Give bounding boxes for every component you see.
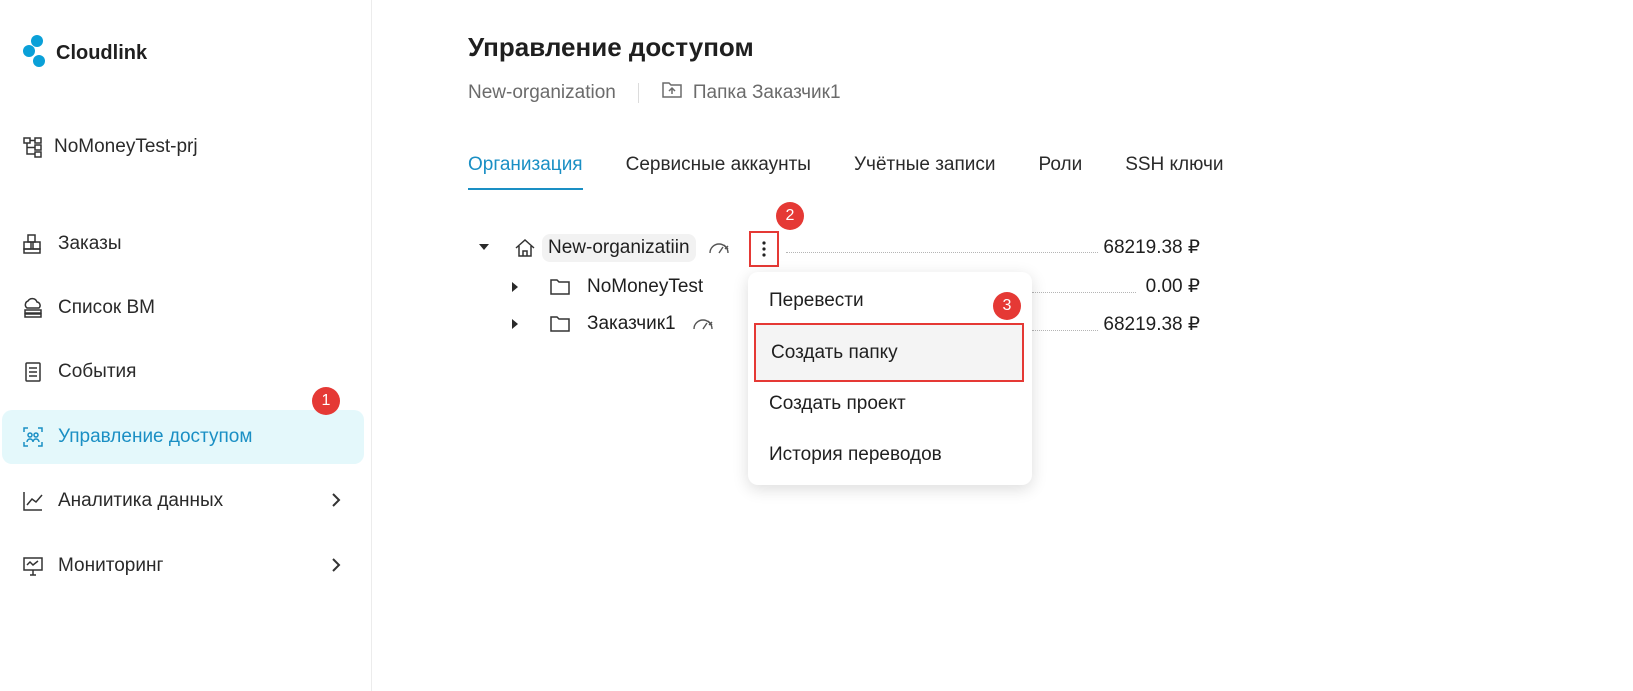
actions-menu: Перевести Создать папку Создать проект И… [748, 272, 1032, 485]
breadcrumb-divider [637, 83, 639, 103]
folder-up-icon [661, 80, 683, 106]
amount-child: 0.00 ₽ [1145, 276, 1200, 297]
access-icon [22, 426, 44, 448]
collapse-caret-icon[interactable] [479, 244, 489, 250]
amount-root: 68219.38 ₽ [1103, 237, 1200, 258]
breadcrumb-org[interactable]: New-organization [468, 82, 616, 104]
chart-icon [22, 490, 44, 512]
project-tree-icon [22, 136, 44, 158]
menu-item-create-folder[interactable]: Создать папку [754, 323, 1024, 382]
tree-row-child[interactable]: Заказчик1 [549, 308, 714, 340]
tab-service-accounts[interactable]: Сервисные аккаунты [626, 154, 811, 190]
cloudlink-logo-icon [22, 34, 48, 73]
project-name: NoMoneyTest-prj [54, 136, 198, 157]
cloud-vm-icon [22, 297, 44, 319]
chevron-right-icon [330, 491, 342, 515]
page-title: Управление доступом [468, 32, 754, 62]
sidebar-item-analytics[interactable]: Аналитика данных [2, 474, 364, 528]
tabs: Организация Сервисные аккаунты Учётные з… [468, 154, 1224, 190]
quota-gauge-icon [708, 241, 730, 255]
chevron-right-icon [330, 556, 342, 580]
more-actions-button[interactable] [749, 231, 779, 267]
tab-ssh-keys[interactable]: SSH ключи [1125, 154, 1223, 190]
expand-caret-icon[interactable] [512, 319, 518, 329]
menu-item-transfer[interactable]: Перевести [748, 277, 1032, 325]
step-marker: 2 [776, 202, 804, 230]
sidebar-item-label: Мониторинг [58, 555, 164, 576]
dotted-leader [786, 252, 1098, 253]
tab-organization[interactable]: Организация [468, 154, 583, 190]
breadcrumb: New-organization Папка Заказчик1 [468, 80, 841, 106]
sidebar-item-label: События [58, 361, 137, 382]
sidebar-item-orders[interactable]: Заказы [2, 217, 364, 271]
amount-child: 68219.38 ₽ [1103, 314, 1200, 335]
app-name: Cloudlink [56, 42, 148, 64]
kebab-menu-icon [762, 241, 766, 257]
step-marker: 1 [312, 387, 340, 415]
tree-child-name: NoMoneyTest [587, 276, 704, 297]
tree-root-name: New-organizatiin [542, 234, 696, 262]
tab-accounts[interactable]: Учётные записи [854, 154, 996, 190]
home-icon [514, 238, 536, 258]
expand-caret-icon[interactable] [512, 282, 518, 292]
tab-roles[interactable]: Роли [1039, 154, 1083, 190]
breadcrumb-folder[interactable]: Папка Заказчик1 [661, 80, 841, 106]
tree-child-name: Заказчик1 [587, 313, 676, 334]
monitor-icon [22, 555, 44, 577]
sidebar-item-events[interactable]: События [2, 345, 364, 399]
tree-row-root[interactable]: New-organizatiin [514, 232, 730, 264]
project-selector[interactable]: NoMoneyTest-prj [22, 136, 198, 158]
sidebar-item-label: Список ВМ [58, 297, 155, 318]
orders-icon [22, 233, 44, 255]
sidebar-item-label: Управление доступом [58, 426, 253, 447]
sidebar-item-label: Аналитика данных [58, 490, 224, 511]
menu-item-create-project[interactable]: Создать проект [748, 380, 1032, 428]
menu-item-transfer-history[interactable]: История переводов [748, 431, 1032, 479]
sidebar-item-access[interactable]: Управление доступом [2, 410, 364, 464]
sidebar-item-monitoring[interactable]: Мониторинг [2, 539, 364, 593]
quota-gauge-icon [692, 317, 714, 331]
tree-row-child[interactable]: NoMoneyTest [549, 271, 703, 303]
breadcrumb-folder-label: Папка Заказчик1 [692, 82, 841, 103]
folder-icon [549, 278, 571, 296]
sidebar: Cloudlink NoMoneyTest-prj Заказы Список … [0, 0, 372, 691]
step-marker: 3 [993, 292, 1021, 320]
sidebar-item-label: Заказы [58, 233, 122, 254]
events-icon [22, 361, 44, 383]
sidebar-item-vm-list[interactable]: Список ВМ [2, 281, 364, 335]
logo[interactable]: Cloudlink [22, 34, 147, 73]
folder-icon [549, 315, 571, 333]
